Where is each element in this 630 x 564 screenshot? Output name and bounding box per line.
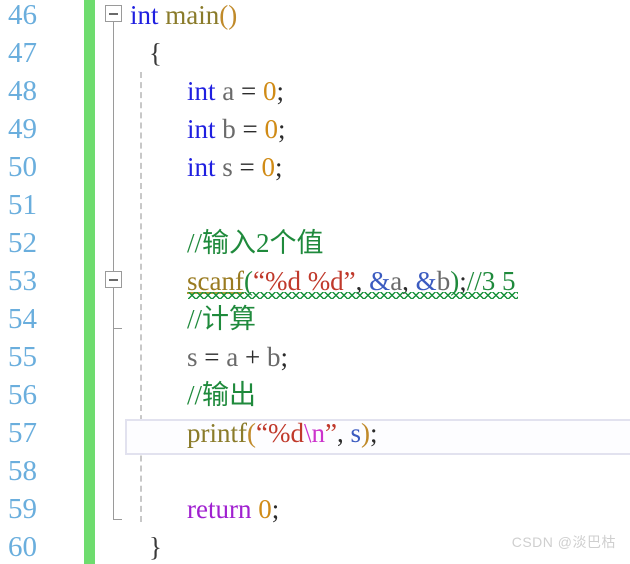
code-token: 0	[264, 114, 279, 144]
code-token: int	[187, 76, 216, 106]
line-number: 51	[8, 189, 37, 221]
code-token: b	[266, 342, 281, 372]
line-number-gutter: 46 47 48 49 50 51 52 53 54 55 56 57 58 59 60	[0, 0, 84, 564]
code-token: ”	[325, 418, 337, 448]
code-line[interactable]: int main()	[130, 0, 630, 34]
code-line[interactable]: //计算	[130, 300, 630, 338]
code-token: }	[149, 532, 162, 562]
fold-scope-end-scanf	[113, 328, 122, 329]
code-token: ;	[370, 418, 378, 448]
code-text-area[interactable]: int main(){int a = 0; int b = 0; int s = 0…	[125, 0, 630, 564]
code-token: ;	[276, 76, 284, 106]
code-token: ;	[278, 114, 286, 144]
code-line[interactable]: int s = 0;	[130, 148, 630, 186]
code-line[interactable]: int b = 0;	[130, 110, 630, 148]
code-token: return	[187, 494, 252, 524]
fold-scope-line-scanf	[113, 288, 114, 328]
code-token: //输入2个值	[187, 228, 324, 258]
code-token: int	[130, 0, 159, 30]
change-indicator-bar	[84, 0, 95, 564]
code-line[interactable]: printf(“%d\n”, s);	[130, 414, 630, 452]
line-number: 60	[8, 531, 37, 563]
code-token: a	[226, 342, 239, 372]
code-line[interactable]: {	[130, 34, 630, 72]
code-token: b	[222, 114, 236, 144]
code-folding-column[interactable]	[100, 0, 130, 564]
line-number: 56	[8, 379, 37, 411]
code-token: )	[361, 418, 370, 448]
code-token: s	[222, 152, 233, 182]
code-token: s	[350, 418, 361, 448]
code-token: int	[187, 114, 216, 144]
code-token: 0	[261, 152, 276, 182]
line-number: 49	[8, 113, 37, 145]
code-token: ()	[219, 0, 238, 30]
code-line[interactable]: //输出	[130, 376, 630, 414]
code-token: printf	[187, 418, 247, 448]
fold-scope-end-main	[113, 519, 122, 520]
code-token: \n	[303, 418, 325, 448]
code-token: s	[187, 342, 198, 372]
line-number: 55	[8, 341, 37, 373]
code-token: =	[234, 76, 263, 106]
fold-toggle-line-46[interactable]	[105, 5, 122, 22]
line-number: 48	[8, 75, 37, 107]
line-number: 50	[8, 151, 37, 183]
line-number: 52	[8, 227, 37, 259]
code-token: =	[235, 114, 265, 144]
code-token: ;	[275, 152, 283, 182]
line-number: 57	[8, 417, 37, 449]
code-token: ,	[336, 418, 351, 448]
line-number: 53	[8, 265, 37, 297]
code-token: main	[165, 0, 220, 30]
code-line[interactable]: return 0;	[130, 490, 630, 528]
line-number: 58	[8, 455, 37, 487]
code-token: (	[247, 418, 256, 448]
code-line[interactable]: int a = 0;	[130, 72, 630, 110]
watermark: CSDN @淡巴枯	[511, 534, 616, 550]
line-number: 59	[8, 493, 37, 525]
code-token: //输出	[187, 380, 257, 410]
code-token: 0	[258, 494, 272, 524]
code-line[interactable]: //输入2个值	[130, 224, 630, 262]
code-token: +	[238, 342, 267, 372]
code-line[interactable]	[130, 452, 630, 490]
line-number: 54	[8, 303, 37, 335]
code-token: ;	[280, 342, 288, 372]
code-token: ;	[271, 494, 280, 524]
code-token: =	[197, 342, 227, 372]
line-number: 47	[8, 37, 37, 69]
code-token: {	[149, 38, 162, 68]
code-token: “%d	[256, 418, 304, 448]
code-editor[interactable]: 46 47 48 49 50 51 52 53 54 55 56 57 58 59 60 int main(…	[0, 0, 630, 564]
code-token: a	[222, 76, 235, 106]
code-token: //计算	[187, 304, 257, 334]
code-token: =	[232, 152, 262, 182]
line-number: 46	[8, 0, 37, 31]
code-token: int	[187, 152, 216, 182]
code-token: 0	[262, 76, 277, 106]
code-line[interactable]	[130, 186, 630, 224]
error-squiggle-underline	[188, 292, 518, 299]
code-line[interactable]: s = a + b;	[130, 338, 630, 376]
fold-toggle-line-53[interactable]	[105, 271, 122, 288]
